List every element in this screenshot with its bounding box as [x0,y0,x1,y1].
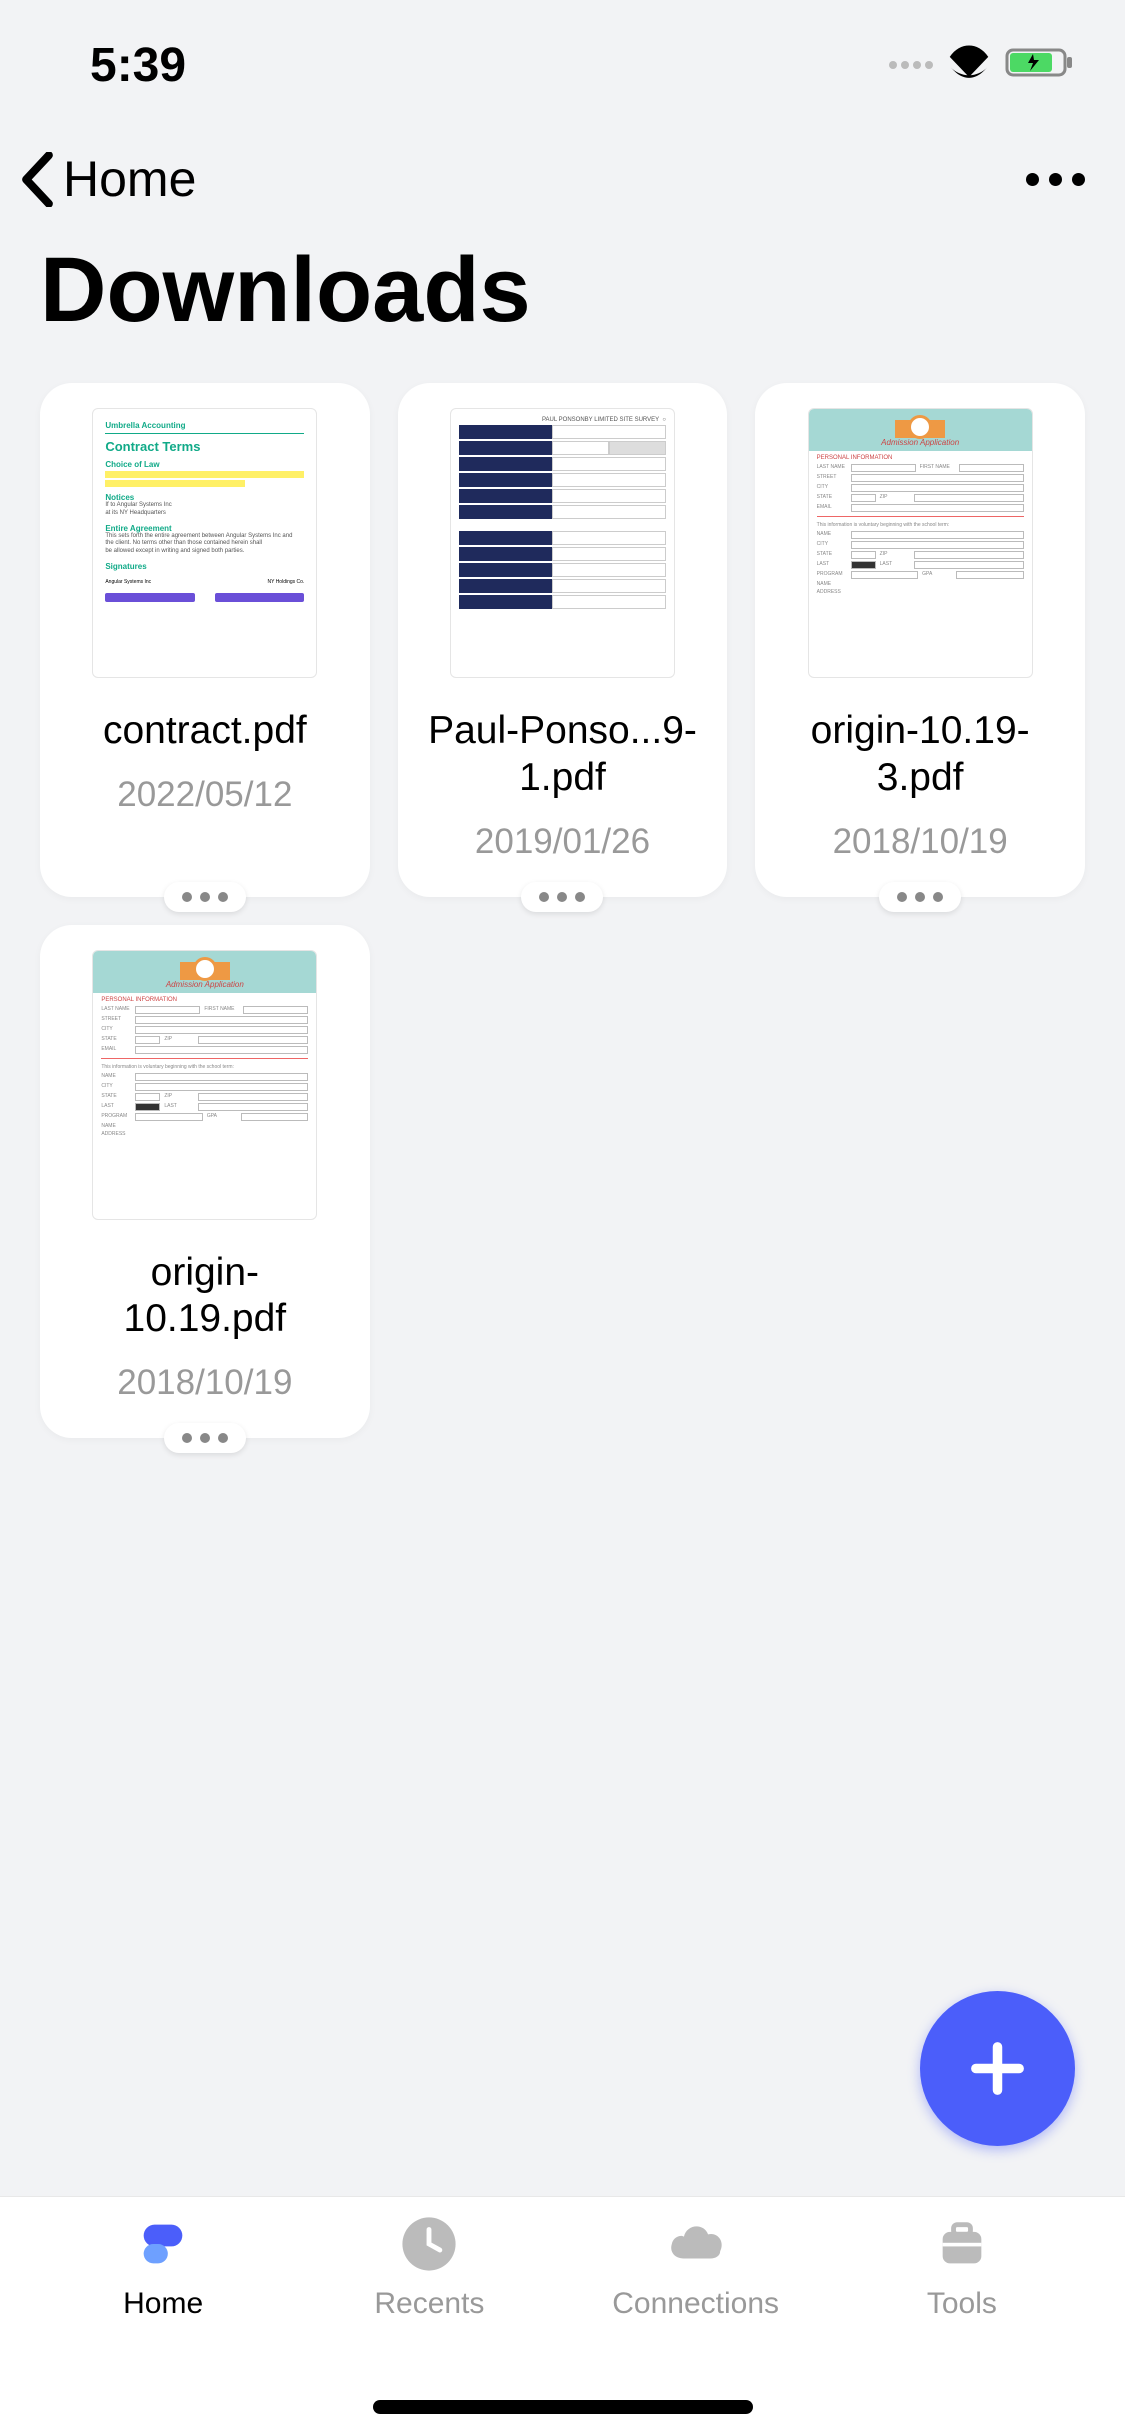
file-more-button[interactable] [164,1423,246,1453]
file-thumbnail: Umbrella Accounting Contract Terms Choic… [92,408,317,678]
nav-bar: Home [0,100,1125,228]
tab-home[interactable]: Home [30,2215,296,2436]
tab-label: Tools [927,2287,997,2321]
status-bar: 5:39 [0,0,1125,100]
wifi-icon [948,42,990,89]
page-title: Downloads [0,228,1125,383]
file-card[interactable]: Admission Application PERSONAL INFORMATI… [755,383,1085,897]
file-name: origin-10.19-3.pdf [780,708,1060,802]
file-date: 2019/01/26 [475,822,650,862]
signal-strength-icon [889,61,933,69]
cloud-icon [667,2215,725,2273]
file-date: 2018/10/19 [833,822,1008,862]
chevron-left-icon [20,152,55,207]
status-icons [889,42,1075,89]
file-card[interactable]: Umbrella Accounting Contract Terms Choic… [40,383,370,897]
file-card[interactable]: Admission Application PERSONAL INFORMATI… [40,925,370,1439]
file-thumbnail: PAUL PONSONBY LIMITED SITE SURVEY ○ [450,408,675,678]
tab-label: Home [123,2287,203,2321]
battery-charging-icon [1005,45,1075,85]
file-thumbnail: Admission Application PERSONAL INFORMATI… [92,950,317,1220]
back-label: Home [63,150,196,208]
file-more-button[interactable] [164,882,246,912]
tab-label: Recents [374,2287,484,2321]
file-card[interactable]: PAUL PONSONBY LIMITED SITE SURVEY ○ Paul… [398,383,728,897]
tab-label: Connections [612,2287,779,2321]
file-more-button[interactable] [879,882,961,912]
more-button[interactable] [1026,173,1085,186]
tab-tools[interactable]: Tools [829,2215,1095,2436]
file-more-button[interactable] [521,882,603,912]
files-grid: Umbrella Accounting Contract Terms Choic… [0,383,1125,1438]
file-thumbnail: Admission Application PERSONAL INFORMATI… [808,408,1033,678]
home-icon [134,2215,192,2273]
file-date: 2022/05/12 [117,775,292,815]
file-date: 2018/10/19 [117,1363,292,1403]
toolbox-icon [933,2215,991,2273]
plus-icon [965,2036,1030,2101]
clock-icon [400,2215,458,2273]
file-name: contract.pdf [98,708,312,755]
status-time: 5:39 [90,38,186,93]
file-name: origin-10.19.pdf [65,1250,345,1344]
back-button[interactable]: Home [20,150,196,208]
add-button[interactable] [920,1991,1075,2146]
file-name: Paul-Ponso...9-1.pdf [423,708,703,802]
home-indicator[interactable] [373,2400,753,2414]
